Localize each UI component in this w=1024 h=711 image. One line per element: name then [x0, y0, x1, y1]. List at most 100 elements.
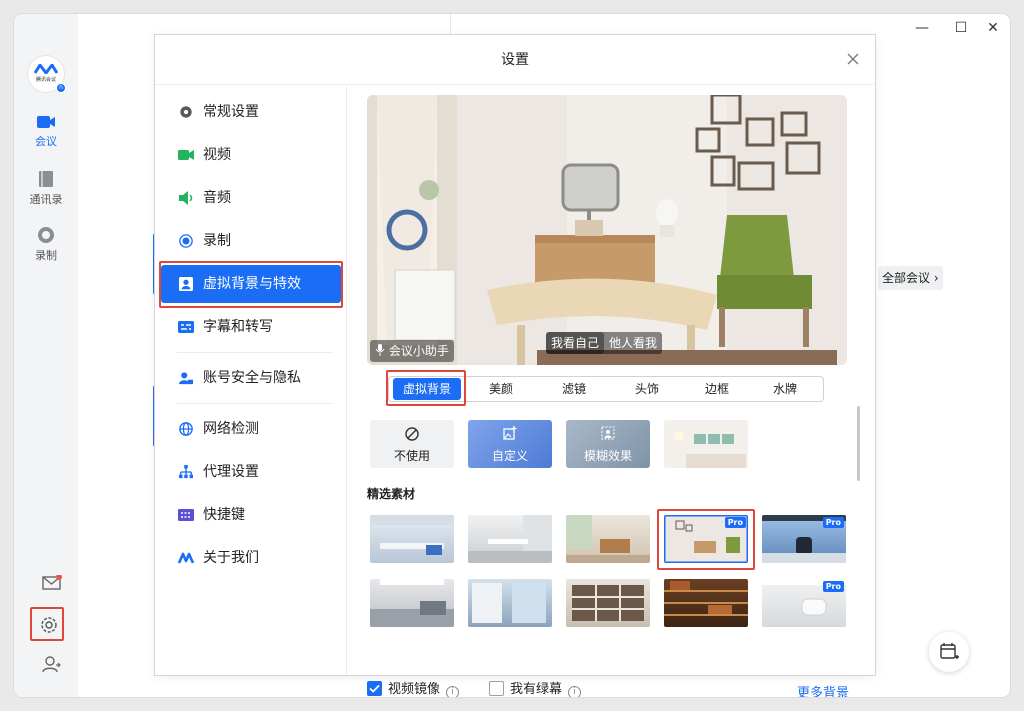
none-background-tile[interactable]: 不使用 [370, 420, 454, 468]
menu-video[interactable]: 视频 [161, 136, 341, 174]
background-thumb[interactable]: Pro [762, 515, 846, 563]
greenscreen-option: 我有绿幕 i [489, 681, 582, 697]
room-background-image [367, 95, 847, 365]
menu-about[interactable]: 关于我们 [161, 539, 341, 577]
calendar-add-icon [940, 643, 959, 659]
menu-captions[interactable]: 字幕和转写 [161, 308, 341, 346]
pro-badge: Pro [822, 581, 844, 592]
schedule-meeting-button[interactable] [929, 632, 969, 672]
menu-label: 视频 [203, 147, 231, 163]
address-book-icon [39, 171, 53, 187]
app-window: 腾讯会议 n 会议 通讯录 录制 — ☐ ✕ 全部会议 › 设置 常规设置 视频… [14, 14, 1010, 697]
maximize-button[interactable]: ☐ [951, 20, 971, 36]
background-thumb[interactable]: Pro [762, 579, 846, 627]
blur-effect-tile[interactable]: 模糊效果 [566, 420, 650, 468]
tab-headwear[interactable]: 头饰 [617, 377, 677, 401]
camera-icon [178, 150, 194, 160]
section-title: 精选素材 [367, 487, 416, 501]
background-thumb-living-room[interactable] [664, 420, 748, 468]
menu-label: 音频 [203, 190, 231, 206]
video-camera-icon [37, 116, 55, 128]
menu-label: 录制 [203, 233, 231, 249]
lounge-thumbnail [370, 579, 454, 627]
mirror-label: 视频镜像 [388, 682, 441, 697]
background-thumb[interactable] [370, 515, 454, 563]
app-logo: 腾讯会议 n [28, 56, 66, 93]
tab-frame[interactable]: 边框 [687, 377, 747, 401]
menu-label: 快捷键 [203, 507, 245, 523]
settings-gear-icon[interactable] [39, 615, 59, 635]
background-thumb[interactable] [370, 579, 454, 627]
nav-contacts-label: 通讯录 [29, 193, 63, 206]
nav-contacts[interactable]: 通讯录 [14, 170, 78, 207]
mail-icon[interactable] [42, 575, 62, 591]
info-icon[interactable]: i [446, 686, 460, 697]
tencent-meeting-logo-icon [178, 552, 194, 564]
more-backgrounds-link[interactable]: 更多背景 [797, 682, 849, 697]
menu-label: 网络检测 [203, 421, 259, 437]
view-others-button[interactable]: 他人看我 [604, 332, 662, 354]
view-self-button[interactable]: 我看自己 [546, 332, 605, 354]
background-thumb[interactable] [468, 579, 552, 627]
custom-background-tile[interactable]: 自定义 [468, 420, 552, 468]
settings-menu: 常规设置 视频 音频 录制 虚拟背景与特效 字幕和转写 账号安全与隐私 网络检测… [155, 86, 347, 675]
nav-meetings-label: 会议 [35, 135, 57, 148]
speaker-icon [179, 191, 193, 205]
menu-virtual-background[interactable]: 虚拟背景与特效 [161, 265, 341, 303]
close-icon[interactable] [845, 51, 861, 67]
portrait-icon [179, 277, 193, 291]
see-all-label: 全部会议 [882, 271, 931, 285]
info-icon[interactable]: i [568, 686, 582, 697]
keyboard-icon [178, 509, 194, 521]
window-close-button[interactable]: ✕ [983, 20, 1003, 36]
window-view-thumbnail [472, 583, 546, 623]
study-thumbnail [566, 515, 650, 563]
tab-filter[interactable]: 滤镜 [544, 377, 604, 401]
dialog-title: 设置 [155, 35, 875, 85]
nav-meetings[interactable]: 会议 [14, 114, 78, 149]
menu-general[interactable]: 常规设置 [161, 93, 341, 131]
menu-recording[interactable]: 录制 [161, 222, 341, 260]
virtual-background-panel: 会议小助手 我看自己 他人看我 虚拟背景 美颜 滤镜 头饰 边框 水牌 不使用 … [348, 86, 875, 697]
menu-proxy[interactable]: 代理设置 [161, 453, 341, 491]
menu-label: 虚拟背景与特效 [203, 276, 301, 292]
background-thumb[interactable] [468, 515, 552, 563]
menu-network-check[interactable]: 网络检测 [161, 410, 341, 448]
menu-divider [177, 403, 333, 404]
menu-shortcuts[interactable]: 快捷键 [161, 496, 341, 534]
tab-beauty[interactable]: 美颜 [471, 377, 531, 401]
check-icon [369, 684, 380, 693]
menu-account-security[interactable]: 账号安全与隐私 [161, 359, 341, 397]
assistant-badge[interactable]: 会议小助手 [370, 340, 454, 362]
meeting-room-thumbnail [468, 515, 552, 563]
background-thumb[interactable] [566, 515, 650, 563]
add-image-icon [503, 426, 517, 440]
menu-audio[interactable]: 音频 [161, 179, 341, 217]
record-icon [38, 227, 54, 243]
caption-icon [178, 321, 194, 333]
tab-nameplate[interactable]: 水牌 [755, 377, 815, 401]
menu-label: 代理设置 [203, 464, 259, 480]
menu-label: 字幕和转写 [203, 319, 273, 335]
status-badge: n [56, 83, 66, 93]
background-thumb[interactable] [566, 579, 650, 627]
mirror-option: 视频镜像 i [367, 681, 460, 697]
tile-label: 自定义 [491, 449, 528, 463]
pro-badge: Pro [724, 517, 746, 528]
app-sidebar: 腾讯会议 n 会议 通讯录 录制 [14, 14, 78, 697]
see-all-meetings-link[interactable]: 全部会议 › [878, 266, 943, 290]
background-thumb[interactable] [664, 579, 748, 627]
background-thumb-selected[interactable]: Pro [664, 515, 748, 563]
office-thumbnail [370, 515, 454, 555]
gear-icon [180, 106, 192, 118]
tab-virtual-background[interactable]: 虚拟背景 [393, 378, 461, 400]
user-switch-icon[interactable] [42, 655, 62, 673]
panel-scrollbar[interactable] [857, 406, 860, 481]
mirror-checkbox[interactable] [367, 681, 382, 696]
greenscreen-checkbox[interactable] [489, 681, 504, 696]
record-icon [179, 234, 193, 248]
minimize-button[interactable]: — [912, 20, 932, 36]
menu-label: 账号安全与隐私 [203, 370, 301, 386]
blur-person-icon [601, 426, 615, 440]
nav-recordings[interactable]: 录制 [14, 226, 78, 263]
